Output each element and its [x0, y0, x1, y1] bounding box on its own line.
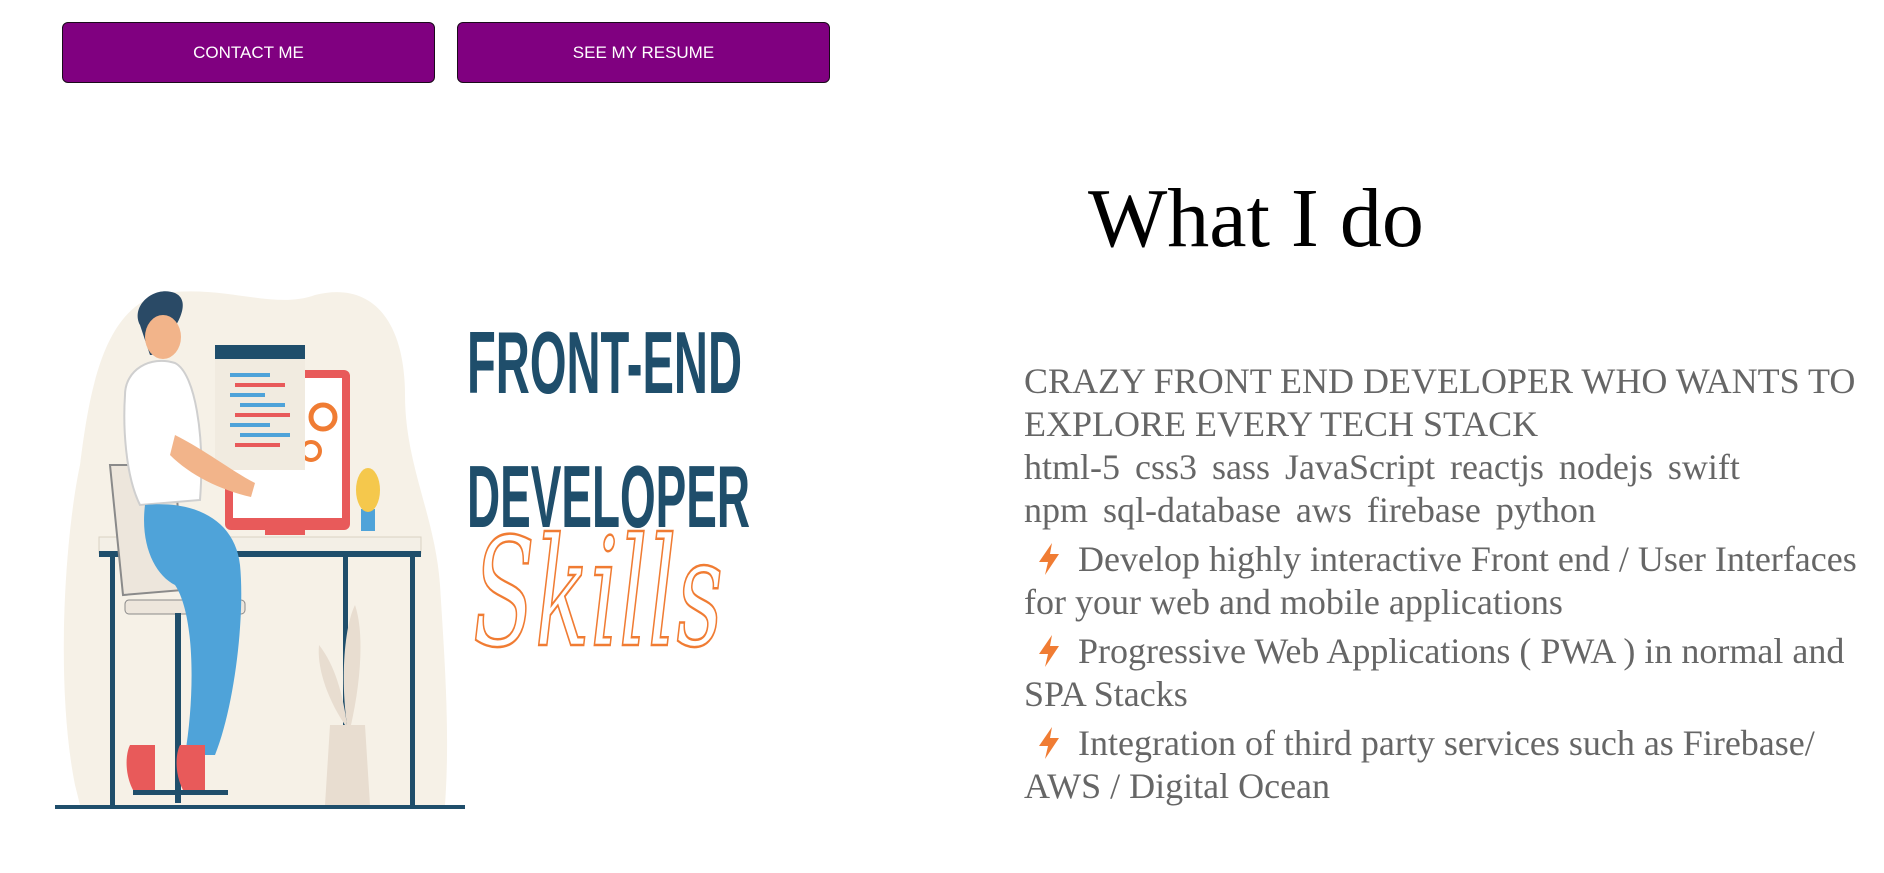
- feature-item: Develop highly interactive Front end / U…: [1024, 538, 1884, 624]
- front-end-developer-illustration: FRONT-END DEVELOPER Skills: [55, 291, 750, 809]
- skills-line-1: html-5 css3 sass JavaScript reactjs node…: [1024, 447, 1740, 487]
- lightning-icon: [1039, 543, 1059, 575]
- skills-line-2: npm sql-database aws firebase python: [1024, 490, 1596, 530]
- section-subtitle: CRAZY FRONT END DEVELOPER WHO WANTS TO E…: [1024, 361, 1856, 444]
- see-resume-button[interactable]: SEE MY RESUME: [457, 22, 830, 83]
- feature-text: Integration of third party services such…: [1024, 723, 1815, 806]
- illustration-script-word: Skills: [473, 507, 723, 681]
- lightning-icon: [1039, 635, 1059, 667]
- illustration-heading-line1: FRONT-END: [467, 313, 742, 412]
- section-title: What I do: [1088, 172, 1424, 265]
- contact-me-button[interactable]: CONTACT ME: [62, 22, 435, 83]
- feature-item: Integration of third party services such…: [1024, 722, 1884, 808]
- feature-text: Develop highly interactive Front end / U…: [1024, 539, 1857, 622]
- feature-item: Progressive Web Applications ( PWA ) in …: [1024, 630, 1884, 716]
- lightning-icon: [1039, 727, 1059, 759]
- what-i-do-content: CRAZY FRONT END DEVELOPER WHO WANTS TO E…: [1024, 360, 1884, 808]
- feature-text: Progressive Web Applications ( PWA ) in …: [1024, 631, 1845, 714]
- skills-list: html-5 css3 sass JavaScript reactjs node…: [1024, 446, 1884, 532]
